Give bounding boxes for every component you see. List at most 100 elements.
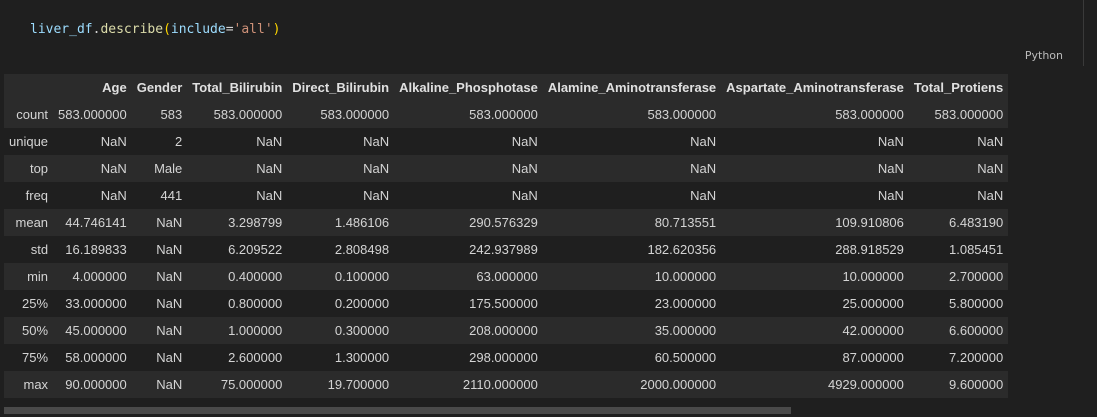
table-cell: 42.000000 [842,323,904,338]
table-cell: 2.700000 [949,269,1004,284]
table-cell: NaN [256,134,283,149]
table-cell: NaN [877,161,904,176]
table-row: max 90.000000 NaN 75.000000 19.700000 2110.00… [4,371,1009,398]
table-row: 50% 45.000000 NaN 1.000000 0.300000 208.00000… [4,317,1009,344]
table-cell: 4.000000 [72,269,127,284]
table-row: std 16.189833 NaN 6.209522 2.808498 242.93798… [4,236,1009,263]
table-cell: 0.800000 [228,296,283,311]
table-cell: 242.937989 [469,242,538,257]
table-cell: NaN [256,161,283,176]
table-cell: NaN [156,242,183,257]
table-cell: 9.600000 [949,377,1004,392]
table-cell: 6.483190 [949,215,1004,230]
table-cell: 1.486106 [334,215,390,230]
table-cell: NaN [363,134,390,149]
column-header: Total_Bilirubin [187,74,288,101]
table-cell: NaN [156,350,183,365]
table-cell: 0.300000 [334,323,390,338]
table-cell: 58.000000 [65,350,127,365]
code-cell[interactable]: liver_df.describe(include='all') Python [0,0,1084,66]
table-cell: 583.000000 [469,107,538,122]
table-cell: NaN [363,188,390,203]
table-cell: NaN [156,323,183,338]
table-cell: 290.576329 [469,215,538,230]
table-cell: 441 [160,188,183,203]
table-row: min 4.000000 NaN 0.400000 0.100000 63.000000 1… [4,263,1009,290]
table-row: count 583.000000 583 583.000000 583.000000 58… [4,101,1009,128]
table-cell: 16.189833 [65,242,127,257]
table-row: 75% 58.000000 NaN 2.600000 1.300000 298.00000… [4,344,1009,371]
table-cell: 175.500000 [469,296,538,311]
table-cell: 0.200000 [334,296,390,311]
table-cell: NaN [977,188,1004,203]
table-cell: 87.000000 [842,350,904,365]
table-cell: NaN [363,161,390,176]
table-cell: NaN [977,134,1004,149]
table-cell: NaN [511,188,538,203]
table-cell: 23.000000 [654,296,717,311]
table-cell: 75.000000 [220,377,283,392]
table-cell: 0.400000 [228,269,283,284]
table-cell: 208.000000 [469,323,538,338]
table-cell: 3.298799 [228,215,283,230]
table-cell: 109.910806 [835,215,904,230]
table-cell: 2.600000 [228,350,283,365]
code-keyword-arg: include [170,22,226,37]
table-cell: NaN [100,188,127,203]
table-cell: NaN [100,134,127,149]
table-cell: 1.300000 [334,350,390,365]
table-cell: 182.620356 [647,242,717,257]
table-cell: NaN [156,377,183,392]
table-cell: 44.746141 [65,215,127,230]
table-cell: 63.000000 [476,269,538,284]
table-cell: NaN [511,134,538,149]
describe-table: Age Gender Total_Bilirubin Direct_Bilirubin… [4,74,1009,398]
output-area: Age Gender Total_Bilirubin Direct_Bilirubin… [4,74,1083,407]
table-header-row: Age Gender Total_Bilirubin Direct_Bilirubin… [4,74,1009,101]
column-header: Direct_Bilirubin [287,74,395,101]
table-cell: 19.700000 [327,377,390,392]
table-cell: NaN [690,134,717,149]
table-cell: 2.808498 [334,242,390,257]
code-string: 'all' [233,22,273,37]
table-cell: 583.000000 [320,107,390,122]
table-cell: NaN [256,188,283,203]
table-cell: 25.000000 [842,296,904,311]
code-equals: = [225,22,234,37]
table-cell: 583.000000 [934,107,1004,122]
column-header: Age [53,74,132,101]
code-line[interactable]: liver_df.describe(include='all') [30,22,281,37]
table-cell: 1.000000 [228,323,283,338]
table-cell: NaN [156,296,183,311]
table-cell: 2000.000000 [640,377,717,392]
column-header: Total_Protiens [908,74,1009,101]
table-cell: 583.000000 [213,107,283,122]
row-label: 25% [22,296,49,311]
column-header: Alamine_Aminotransferase [542,74,722,101]
table-cell: NaN [977,161,1004,176]
table-cell: 90.000000 [65,377,127,392]
table-cell: NaN [100,161,127,176]
table-cell: 583.000000 [58,107,127,122]
table-cell: 10.000000 [654,269,717,284]
cell-language-label[interactable]: Python [1025,49,1063,62]
table-cell: 5.800000 [949,296,1004,311]
table-cell: NaN [690,161,717,176]
code-open-paren: ( [163,22,171,37]
table-cell: 35.000000 [654,323,717,338]
table-cell: 0.100000 [334,269,390,284]
table-cell: NaN [690,188,717,203]
table-cell: 583.000000 [647,107,717,122]
table-cell: 33.000000 [65,296,127,311]
table-cell: 1.085451 [949,242,1004,257]
table-cell: NaN [156,269,183,284]
table-cell: NaN [511,161,538,176]
table-cell: 6.209522 [228,242,283,257]
row-label: freq [25,188,49,203]
table-cell: 45.000000 [65,323,127,338]
horizontal-scrollbar-thumb[interactable] [4,407,791,414]
column-header: Aspartate_Aminotransferase [721,74,909,101]
table-row: freq NaN 441 NaN NaN NaN NaN NaN NaN [4,182,1009,209]
table-cell: 80.713551 [654,215,717,230]
row-label: std [30,242,49,257]
